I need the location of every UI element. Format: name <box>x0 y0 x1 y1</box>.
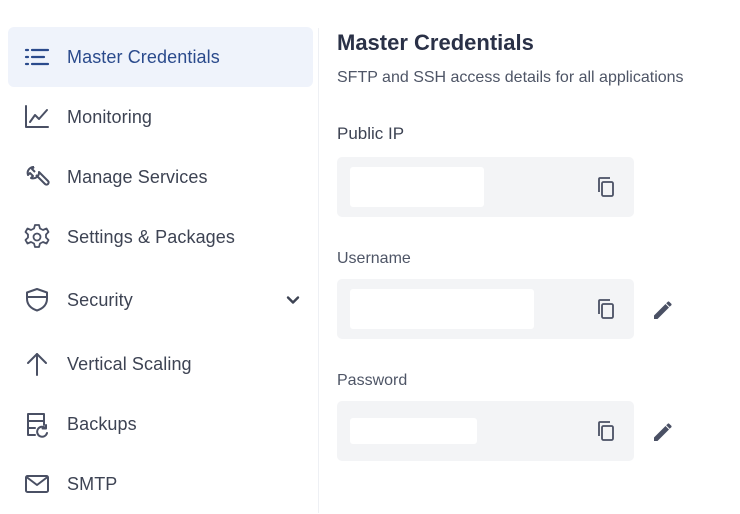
arrow-up-icon <box>22 349 52 379</box>
sidebar-item-security[interactable]: Security <box>8 270 313 330</box>
page-subtitle: SFTP and SSH access details for all appl… <box>337 69 684 86</box>
sidebar-item-label: Vertical Scaling <box>67 353 192 374</box>
username-value[interactable] <box>350 289 534 329</box>
gear-icon <box>22 222 52 252</box>
list-icon <box>22 42 52 72</box>
pencil-icon[interactable] <box>650 417 678 445</box>
username-label: Username <box>337 250 411 267</box>
copy-icon[interactable] <box>594 297 618 321</box>
password-value[interactable] <box>350 418 477 444</box>
pencil-icon[interactable] <box>650 295 678 323</box>
password-field <box>337 401 634 461</box>
sidebar-item-master-credentials[interactable]: Master Credentials <box>8 27 313 87</box>
sidebar-item-smtp[interactable]: SMTP <box>8 454 313 514</box>
chart-line-icon <box>22 102 52 132</box>
sidebar-item-label: Monitoring <box>67 106 153 127</box>
username-field <box>337 279 634 339</box>
sidebar-divider <box>318 28 319 513</box>
password-label: Password <box>337 372 408 389</box>
public-ip-field <box>337 157 634 217</box>
sidebar-item-settings-packages[interactable]: Settings & Packages <box>8 207 313 267</box>
sidebar-item-vertical-scaling[interactable]: Vertical Scaling <box>8 334 313 394</box>
chevron-down-icon[interactable] <box>285 292 301 308</box>
sidebar-item-label: Backups <box>67 413 137 434</box>
copy-icon[interactable] <box>594 175 618 199</box>
shield-icon <box>22 285 52 315</box>
page-title: Master Credentials <box>337 30 534 55</box>
sidebar-item-label: Settings & Packages <box>67 226 235 247</box>
public-ip-value[interactable] <box>350 167 484 207</box>
mail-icon <box>22 469 52 499</box>
backup-icon <box>22 409 52 439</box>
public-ip-label: Public IP <box>337 124 405 143</box>
sidebar-item-label: Security <box>67 289 133 310</box>
sidebar: Master Credentials Monitoring Manage Ser… <box>0 0 318 513</box>
sidebar-item-monitoring[interactable]: Monitoring <box>8 87 313 147</box>
sidebar-item-label: Manage Services <box>67 166 208 187</box>
sidebar-item-backups[interactable]: Backups <box>8 394 313 454</box>
wrench-icon <box>22 162 52 192</box>
sidebar-item-label: SMTP <box>67 473 118 494</box>
sidebar-item-label: Master Credentials <box>67 46 220 67</box>
sidebar-item-manage-services[interactable]: Manage Services <box>8 147 313 207</box>
copy-icon[interactable] <box>594 419 618 443</box>
